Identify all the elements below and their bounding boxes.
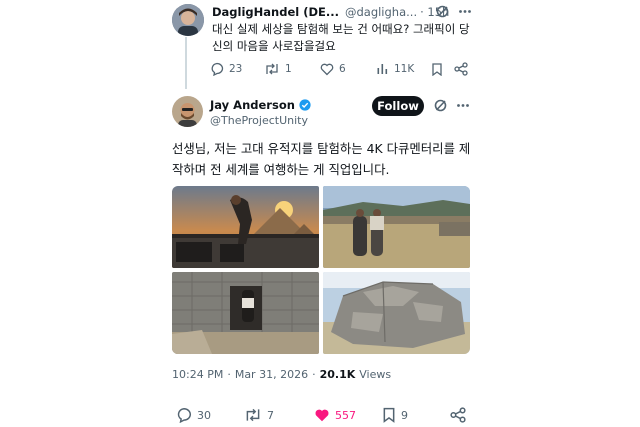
main-reply-button[interactable]: 30 (176, 407, 211, 423)
main-bookmark-count: 9 (401, 408, 408, 422)
follow-button[interactable]: Follow (372, 96, 424, 116)
meta-separator: · (227, 368, 231, 381)
reply-like-button[interactable]: 6 (320, 62, 346, 76)
reply-views-count: 11K (394, 62, 415, 75)
photo-ruins-two-people[interactable] (323, 186, 470, 268)
verified-badge-icon (299, 99, 311, 111)
repost-icon (244, 407, 262, 423)
post-meta: 10:24 PM · Mar 31, 2026 · 20.1K Views (172, 368, 391, 381)
reply-author-name[interactable]: DagligHandel (DE... (212, 5, 339, 19)
grok-icon[interactable] (436, 5, 449, 18)
photo-pyramids-rooftop[interactable] (172, 186, 319, 268)
grok-icon[interactable] (434, 99, 447, 112)
like-icon (314, 407, 330, 423)
bookmark-icon (382, 407, 396, 423)
main-bookmark-button[interactable]: 9 (382, 407, 408, 423)
thread-connector-line (185, 37, 187, 89)
views-icon (376, 62, 389, 75)
main-repost-count: 7 (267, 408, 274, 422)
post-time[interactable]: 10:24 PM (172, 368, 223, 381)
reply-repost-count: 1 (285, 63, 292, 75)
reply-text: 대신 실제 세상을 탐험해 보는 건 어때요? 그래픽이 당신의 마음을 사로잡… (212, 22, 470, 53)
reply-reply-button[interactable]: 23 (210, 62, 242, 76)
more-icon[interactable] (456, 99, 470, 112)
main-avatar[interactable] (172, 96, 203, 127)
repost-icon (264, 62, 280, 76)
post-views-label: Views (359, 368, 392, 381)
photo-carved-boulder[interactable] (323, 272, 470, 354)
reply-reply-count: 23 (229, 63, 243, 75)
post-thread: DagligHandel (DE... @dagligha... · 15h 대… (158, 0, 480, 427)
reply-views-button[interactable]: 11K (376, 62, 414, 75)
bookmark-icon[interactable] (431, 63, 443, 76)
photo-stone-doorway[interactable] (172, 272, 319, 354)
main-repost-button[interactable]: 7 (244, 407, 274, 423)
main-author-name[interactable]: Jay Anderson (210, 98, 295, 112)
share-icon[interactable] (450, 407, 466, 423)
reply-like-count: 6 (339, 63, 346, 75)
reply-avatar[interactable] (172, 4, 204, 36)
main-like-count: 557 (335, 408, 356, 422)
reply-icon (210, 62, 224, 76)
main-handle[interactable]: @TheProjectUnity (210, 114, 308, 127)
share-icon[interactable] (454, 62, 468, 76)
main-reply-count: 30 (197, 408, 211, 422)
post-view-count: 20.1K (319, 368, 356, 381)
reply-icon (176, 407, 192, 423)
main-post-text: 선생님, 저는 고대 유적지를 탐험하는 4K 다큐멘터리를 제작하며 전 세계… (172, 141, 471, 177)
reply-repost-button[interactable]: 1 (264, 62, 292, 76)
reply-header: DagligHandel (DE... @dagligha... · 15h (212, 4, 472, 20)
reply-handle[interactable]: @dagligha... (345, 5, 417, 19)
like-icon (320, 62, 334, 76)
main-like-button[interactable]: 557 (314, 407, 356, 423)
media-grid[interactable] (172, 186, 470, 354)
meta-separator: · (312, 368, 316, 381)
post-date[interactable]: Mar 31, 2026 (235, 368, 308, 381)
main-author-row: Jay Anderson (210, 98, 311, 112)
more-icon[interactable] (458, 5, 472, 18)
